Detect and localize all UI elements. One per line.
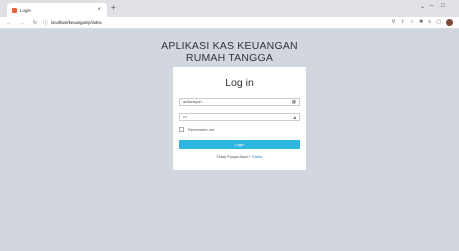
translate-icon[interactable]: ⚲ — [392, 19, 396, 26]
browser-tabbar: Login × + ⌄ – □ — [0, 0, 459, 17]
login-button[interactable]: Login — [179, 140, 300, 149]
address-url: localhost/keuangan/p/index — [51, 20, 102, 25]
username-value: ardiansyah — [183, 100, 202, 104]
browser-toolbar: ← → ↻ ⓘ localhost/keuangan/p/index ⚲ ⇪ ☆… — [0, 17, 459, 29]
maximize-button[interactable]: □ — [441, 3, 445, 9]
lock-icon: 🔒︎ — [293, 114, 296, 120]
app-title-line2: RUMAH TANGGA — [185, 52, 274, 64]
remember-label: Remember me — [188, 127, 215, 132]
reading-list-icon[interactable]: ≡ — [428, 19, 431, 26]
card-icon: ▦ — [291, 99, 296, 104]
tab-title: Login — [20, 7, 32, 13]
bookmark-icon[interactable]: ☆ — [410, 19, 414, 26]
forward-icon[interactable]: → — [18, 20, 26, 26]
profile-avatar[interactable] — [446, 19, 453, 26]
tab-search-button[interactable]: ⌄ — [420, 3, 425, 10]
minimize-button[interactable]: – — [430, 3, 433, 9]
password-value: ••• — [183, 115, 187, 119]
share-icon[interactable]: ⇪ — [400, 19, 404, 26]
remember-checkbox[interactable] — [179, 127, 184, 132]
browser-tab[interactable]: Login × — [7, 3, 107, 17]
site-info-icon[interactable]: ⓘ — [43, 19, 48, 26]
login-heading: Log in — [225, 77, 254, 89]
extension-icons: ⚲ ⇪ ☆ ✱ ≡ ▢ — [392, 19, 453, 26]
address-bar[interactable]: ⓘ localhost/keuangan/p/index — [43, 19, 102, 26]
password-field[interactable]: ••• 🔒︎ — [179, 113, 300, 121]
login-box: Log in ardiansyah ▦ ••• 🔒︎ Remember me L… — [173, 67, 306, 170]
extensions-icon[interactable]: ✱ — [419, 19, 423, 26]
username-field[interactable]: ardiansyah ▦ — [179, 98, 300, 106]
new-tab-button[interactable]: + — [111, 3, 116, 12]
sidepanel-icon[interactable]: ▢ — [436, 19, 441, 26]
register-text: Tidak Punya Akun? — [216, 154, 251, 159]
reload-icon[interactable]: ↻ — [31, 20, 39, 26]
app-title: APLIKASI KAS KEUANGAN RUMAH TANGGA — [0, 40, 459, 64]
register-link[interactable]: Daftar — [252, 154, 263, 159]
tab-close-button[interactable]: × — [97, 7, 101, 13]
app-title-line1: APLIKASI KAS KEUANGAN — [161, 40, 298, 52]
remember-me[interactable]: Remember me — [179, 127, 214, 132]
register-prompt: Tidak Punya Akun? Daftar — [173, 154, 306, 159]
back-icon[interactable]: ← — [5, 20, 13, 26]
favicon-icon — [12, 7, 17, 13]
